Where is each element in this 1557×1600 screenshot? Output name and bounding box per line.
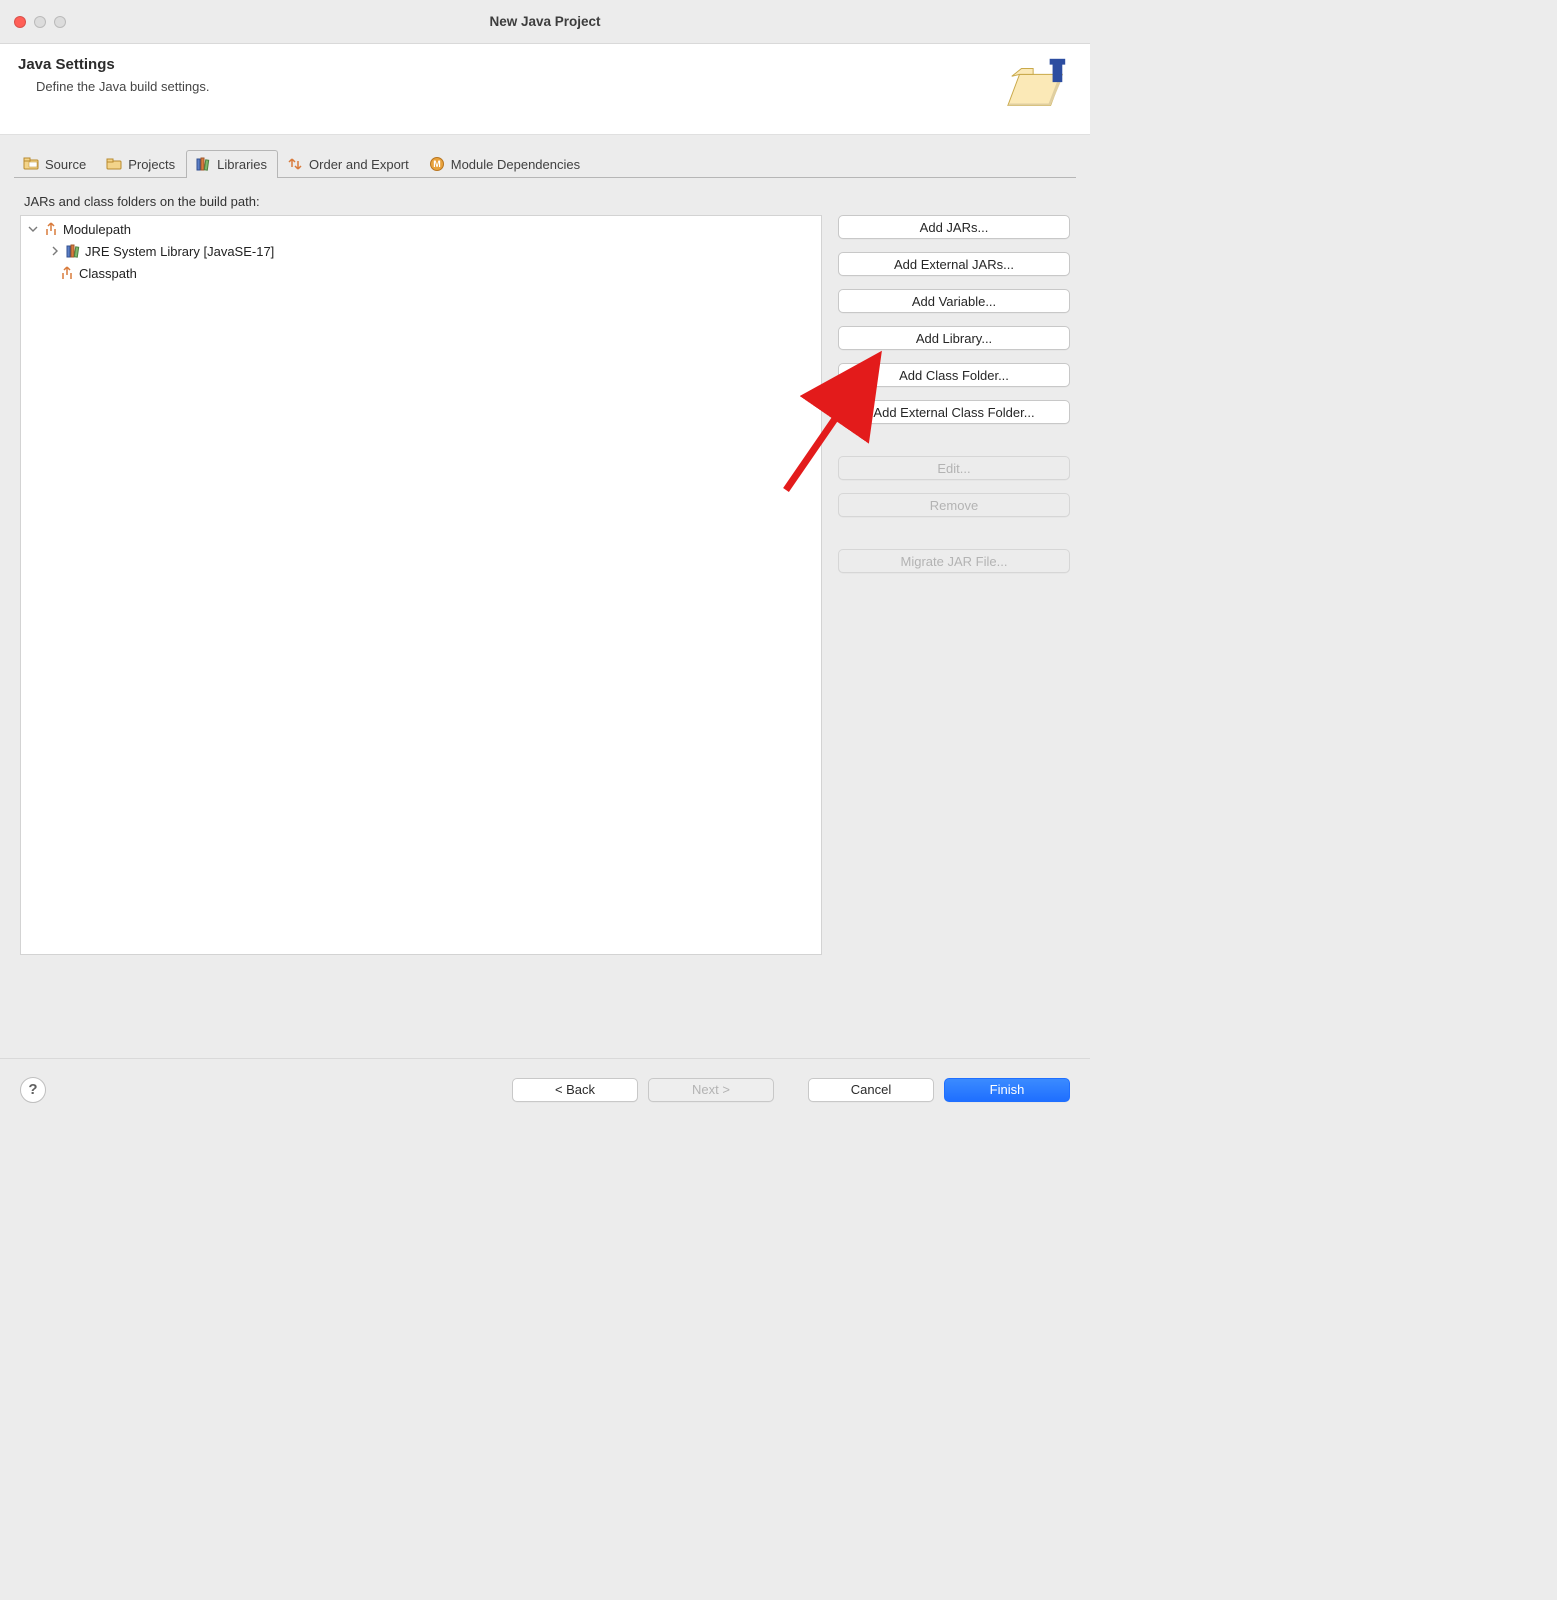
tab-module-dependencies[interactable]: M Module Dependencies (420, 150, 591, 178)
build-path-tree[interactable]: Modulepath JRE System Library [JavaSE-17… (20, 215, 822, 955)
wizard-banner-icon (1004, 56, 1072, 116)
side-button-column: Add JARs... Add External JARs... Add Var… (838, 215, 1070, 955)
modulepath-icon (43, 221, 59, 237)
add-class-folder-button[interactable]: Add Class Folder... (838, 363, 1070, 387)
tab-libraries[interactable]: Libraries (186, 150, 278, 178)
order-export-icon (287, 156, 303, 172)
library-books-icon (65, 243, 81, 259)
tab-label: Source (45, 157, 86, 172)
list-heading: JARs and class folders on the build path… (24, 194, 1066, 209)
tab-label: Module Dependencies (451, 157, 580, 172)
cancel-button[interactable]: Cancel (808, 1078, 934, 1102)
next-button: Next > (648, 1078, 774, 1102)
tab-source[interactable]: Source (14, 150, 97, 178)
remove-button: Remove (838, 493, 1070, 517)
help-button[interactable]: ? (20, 1077, 46, 1103)
tree-node-label: JRE System Library [JavaSE-17] (85, 244, 274, 259)
window-controls (14, 16, 66, 28)
tab-order-and-export[interactable]: Order and Export (278, 150, 420, 178)
tab-strip: Source Projects Libraries Order and Expo… (0, 135, 1090, 177)
projects-folder-icon (106, 156, 122, 172)
titlebar: New Java Project (0, 0, 1090, 44)
tree-node-label: Modulepath (63, 222, 131, 237)
tree-node-modulepath[interactable]: Modulepath (21, 218, 821, 240)
tab-label: Projects (128, 157, 175, 172)
finish-button[interactable]: Finish (944, 1078, 1070, 1102)
libraries-panel: JARs and class folders on the build path… (0, 178, 1090, 955)
add-library-button[interactable]: Add Library... (838, 326, 1070, 350)
svg-text:M: M (433, 159, 441, 169)
wizard-header: Java Settings Define the Java build sett… (0, 44, 1090, 135)
back-button[interactable]: < Back (512, 1078, 638, 1102)
chevron-right-icon[interactable] (49, 245, 61, 257)
close-window-button[interactable] (14, 16, 26, 28)
window-title: New Java Project (489, 14, 600, 29)
page-title: Java Settings (18, 56, 209, 73)
tree-node-classpath[interactable]: Classpath (21, 262, 821, 284)
add-variable-button[interactable]: Add Variable... (838, 289, 1070, 313)
add-external-jars-button[interactable]: Add External JARs... (838, 252, 1070, 276)
migrate-jar-button: Migrate JAR File... (838, 549, 1070, 573)
edit-button: Edit... (838, 456, 1070, 480)
tab-projects[interactable]: Projects (97, 150, 186, 178)
zoom-window-button[interactable] (54, 16, 66, 28)
libraries-icon (195, 156, 211, 172)
add-jars-button[interactable]: Add JARs... (838, 215, 1070, 239)
classpath-icon (59, 265, 75, 281)
tree-node-label: Classpath (79, 266, 137, 281)
minimize-window-button[interactable] (34, 16, 46, 28)
wizard-footer: ? < Back Next > Cancel Finish (0, 1058, 1090, 1120)
chevron-down-icon[interactable] (27, 223, 39, 235)
page-subtitle: Define the Java build settings. (18, 79, 209, 94)
source-folder-icon (23, 156, 39, 172)
tree-node-jre-library[interactable]: JRE System Library [JavaSE-17] (21, 240, 821, 262)
add-external-class-folder-button[interactable]: Add External Class Folder... (838, 400, 1070, 424)
tab-label: Libraries (217, 157, 267, 172)
module-deps-icon: M (429, 156, 445, 172)
tab-label: Order and Export (309, 157, 409, 172)
